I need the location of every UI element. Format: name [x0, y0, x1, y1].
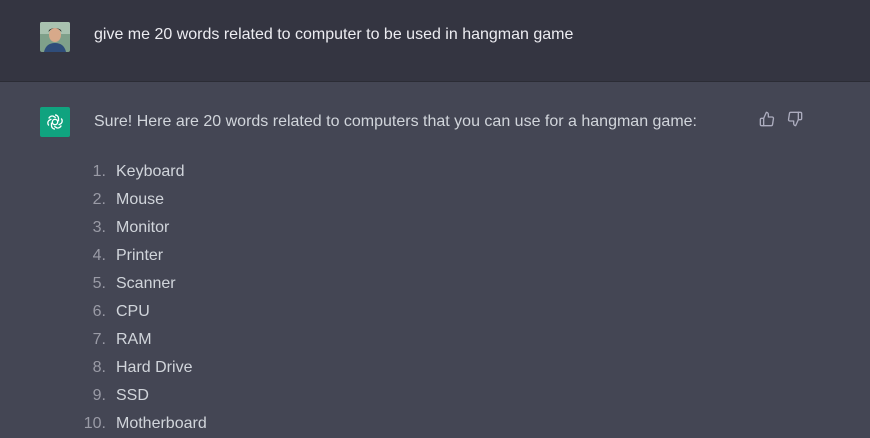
user-avatar: [40, 22, 70, 52]
list-item-number: 6.: [92, 303, 106, 320]
openai-logo-icon: [40, 107, 70, 137]
list-item: 10. Motherboard: [80, 410, 207, 438]
list-item: 9. SSD: [80, 382, 207, 410]
list-item: 5. Scanner: [80, 270, 207, 298]
user-message-row: give me 20 words related to computer to …: [0, 0, 870, 82]
list-item-number: 9.: [92, 387, 106, 404]
list-item: 8. Hard Drive: [80, 354, 207, 382]
list-item: 1. Keyboard: [80, 158, 207, 186]
user-message-text: give me 20 words related to computer to …: [94, 26, 574, 43]
assistant-intro-text: Sure! Here are 20 words related to compu…: [94, 113, 697, 130]
list-item-word: Printer: [116, 247, 164, 264]
list-item-word: Mouse: [116, 191, 165, 208]
list-item: 6. CPU: [80, 298, 207, 326]
list-item-number: 5.: [92, 275, 106, 292]
thumbs-down-icon[interactable]: [786, 110, 804, 128]
list-item-number: 4.: [92, 247, 106, 264]
word-list: 1. Keyboard 2. Mouse 3. Monitor 4. Print…: [80, 158, 207, 438]
list-item: 2. Mouse: [80, 186, 207, 214]
list-item-word: Scanner: [116, 275, 176, 292]
list-item-number: 1.: [92, 163, 106, 180]
list-item-word: Hard Drive: [116, 359, 193, 376]
list-item-word: Monitor: [116, 219, 170, 236]
list-item-number: 8.: [92, 359, 106, 376]
list-item-number: 2.: [92, 191, 106, 208]
list-item-word: CPU: [116, 303, 150, 320]
list-item-number: 7.: [92, 331, 106, 348]
list-item: 4. Printer: [80, 242, 207, 270]
list-item-word: Keyboard: [116, 163, 185, 180]
list-item-word: SSD: [116, 387, 149, 404]
list-item-number: 10.: [83, 415, 106, 432]
thumbs-up-icon[interactable]: [758, 110, 776, 128]
assistant-message-row: Sure! Here are 20 words related to compu…: [0, 82, 870, 438]
list-item: 3. Monitor: [80, 214, 207, 242]
list-item: 7. RAM: [80, 326, 207, 354]
list-item-word: RAM: [116, 331, 152, 348]
list-item-word: Motherboard: [116, 415, 207, 432]
list-item-number: 3.: [92, 219, 106, 236]
